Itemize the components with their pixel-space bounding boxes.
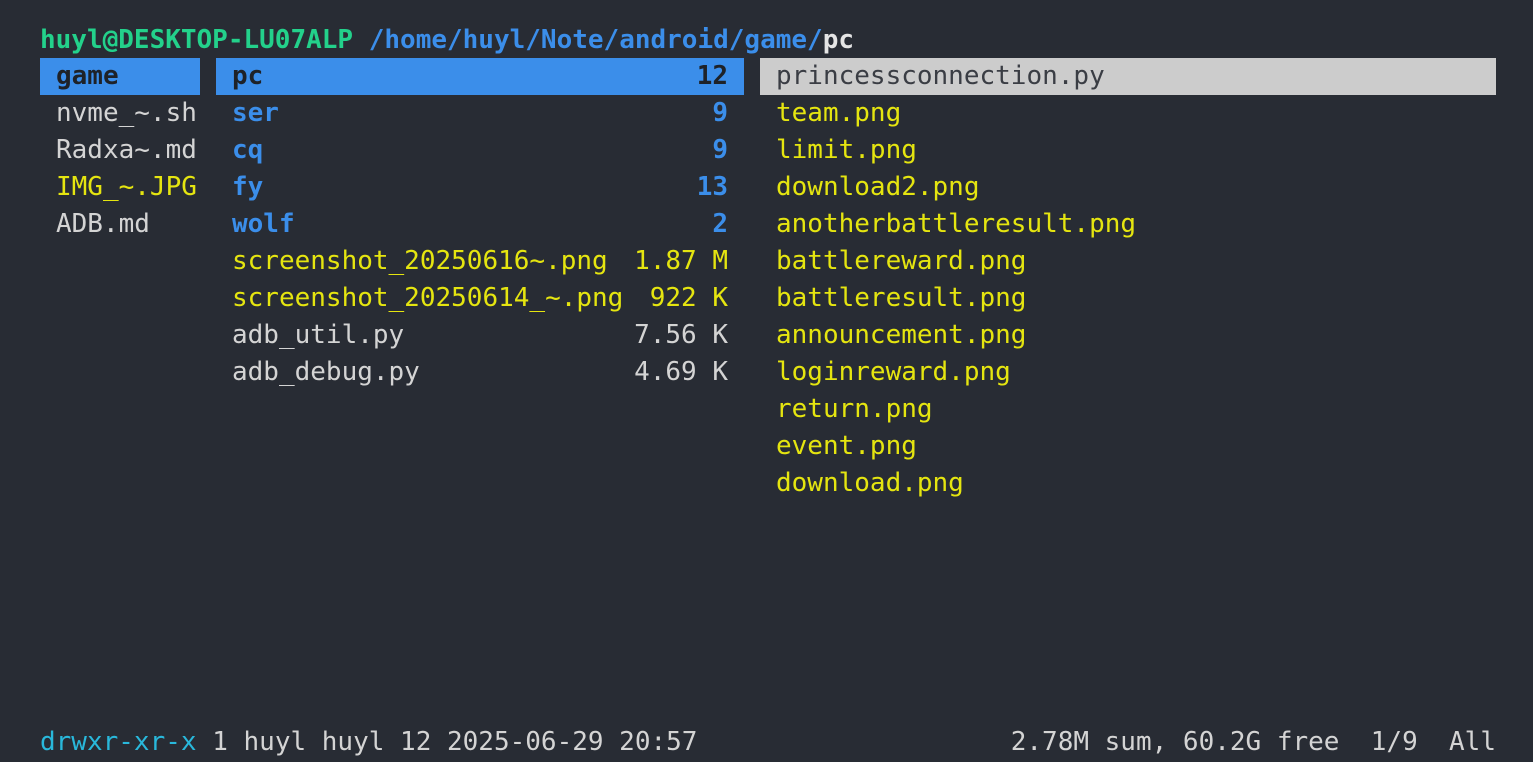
- entry-name: nvme_~.sh: [56, 98, 197, 128]
- parent-entry[interactable]: Radxa~.md: [40, 132, 200, 169]
- entry-info: 13: [696, 172, 728, 202]
- entry-name: loginreward.png: [776, 357, 1011, 387]
- parent-entry[interactable]: nvme_~.sh: [40, 95, 200, 132]
- entry-name: IMG_~.JPG: [56, 172, 197, 202]
- file-entry[interactable]: adb_util.py 7.56 K: [216, 317, 744, 354]
- entry-name: team.png: [776, 98, 902, 128]
- permissions: drwxr-xr-x: [40, 727, 197, 757]
- entry-info: 922 K: [649, 283, 728, 313]
- entry-name: event.png: [776, 431, 917, 461]
- preview-entry[interactable]: battlereward.png: [760, 243, 1496, 280]
- entry-name: download2.png: [776, 172, 980, 202]
- entry-name: screenshot_20250614_~.png: [232, 283, 624, 313]
- preview-entry[interactable]: anotherbattleresult.png: [760, 206, 1496, 243]
- file-entry[interactable]: ser 9: [216, 95, 744, 132]
- preview-entry[interactable]: download2.png: [760, 169, 1496, 206]
- entry-name: game: [56, 61, 119, 91]
- entry-name: anotherbattleresult.png: [776, 209, 1137, 239]
- entry-info: 1.87 M: [634, 246, 728, 276]
- entry-name: adb_debug.py: [232, 357, 420, 387]
- preview-entry[interactable]: limit.png: [760, 132, 1496, 169]
- parent-directory-column: game nvme_~.sh Radxa~.md IMG_~.JPG ADB.md: [40, 58, 200, 243]
- entry-info: 12: [696, 61, 728, 91]
- entry-name: ADB.md: [56, 209, 150, 239]
- file-entry[interactable]: pc 12: [216, 58, 744, 95]
- preview-entry[interactable]: return.png: [760, 391, 1496, 428]
- entry-name: return.png: [776, 394, 933, 424]
- file-entry[interactable]: cq 9: [216, 132, 744, 169]
- entry-info: 9: [712, 98, 728, 128]
- entry-name: pc: [232, 61, 264, 91]
- entry-name: battlereward.png: [776, 246, 1027, 276]
- title-bar: huyl@DESKTOP-LU07ALP /home/huyl/Note/and…: [40, 22, 854, 59]
- entry-name: ser: [232, 98, 279, 128]
- preview-entry[interactable]: announcement.png: [760, 317, 1496, 354]
- preview-entry[interactable]: battleresult.png: [760, 280, 1496, 317]
- entry-name: princessconnection.py: [776, 61, 1105, 91]
- file-entry[interactable]: wolf 2: [216, 206, 744, 243]
- entry-name: download.png: [776, 468, 964, 498]
- file-entry[interactable]: adb_debug.py 4.69 K: [216, 354, 744, 391]
- parent-entry[interactable]: IMG_~.JPG: [40, 169, 200, 206]
- user-host: huyl@DESKTOP-LU07ALP: [40, 25, 354, 55]
- entry-info: 7.56 K: [634, 320, 728, 350]
- entry-name: wolf: [232, 209, 295, 239]
- current-directory-column: pc 12 ser 9 cq 9 fy 13 wolf 2 screenshot_20250616~…: [216, 58, 744, 391]
- file-entry[interactable]: screenshot_20250616~.png 1.87 M: [216, 243, 744, 280]
- status-summary: 2.78M sum, 60.2G free 1/9 All: [1010, 727, 1496, 757]
- preview-column: princessconnection.py team.png limit.png do…: [760, 58, 1496, 502]
- parent-entry[interactable]: game: [40, 58, 200, 95]
- entry-name: fy: [232, 172, 264, 202]
- parent-entry[interactable]: ADB.md: [40, 206, 200, 243]
- entry-info: 2: [712, 209, 728, 239]
- preview-entry[interactable]: princessconnection.py: [760, 58, 1496, 95]
- file-details: 1 huyl huyl 12 2025-06-29 20:57: [196, 727, 698, 757]
- entry-info: 4.69 K: [634, 357, 728, 387]
- entry-info: 9: [712, 135, 728, 165]
- entry-name: Radxa~.md: [56, 135, 197, 165]
- preview-entry[interactable]: download.png: [760, 465, 1496, 502]
- entry-name: announcement.png: [776, 320, 1027, 350]
- preview-entry[interactable]: team.png: [760, 95, 1496, 132]
- entry-name: adb_util.py: [232, 320, 405, 350]
- current-path: /home/huyl/Note/android/game/: [368, 25, 823, 55]
- entry-name: battleresult.png: [776, 283, 1027, 313]
- preview-entry[interactable]: event.png: [760, 428, 1496, 465]
- current-directory: pc: [822, 25, 854, 55]
- entry-name: screenshot_20250616~.png: [232, 246, 608, 276]
- file-entry[interactable]: fy 13: [216, 169, 744, 206]
- entry-name: limit.png: [776, 135, 917, 165]
- file-entry[interactable]: screenshot_20250614_~.png 922 K: [216, 280, 744, 317]
- preview-entry[interactable]: loginreward.png: [760, 354, 1496, 391]
- entry-name: cq: [232, 135, 264, 165]
- status-bar: drwxr-xr-x 1 huyl huyl 12 2025-06-29 20:…: [40, 724, 1496, 761]
